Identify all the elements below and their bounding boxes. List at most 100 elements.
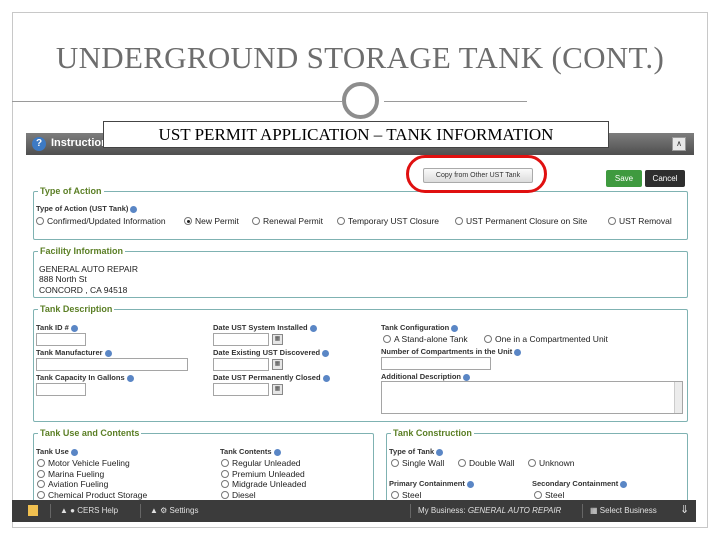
help-icon [463,373,471,381]
radio-icon [37,480,45,488]
type-of-action-label: Type of Action (UST Tank) [36,204,138,213]
tank-type-label: Type of Tank [389,447,444,456]
radio-icon [528,459,536,467]
help-icon [620,480,628,488]
tank-use-label: Tank Use [36,447,78,456]
calendar-icon[interactable]: ▦ [272,334,283,345]
collapse-chevron-icon[interactable]: ⇓ [680,503,689,516]
use-option-motor-vehicle[interactable]: Motor Vehicle Fueling [37,458,130,468]
action-option-renewal[interactable]: Renewal Permit [252,216,323,226]
use-option-marina[interactable]: Marina Fueling [37,469,104,479]
date-installed-input[interactable] [213,333,269,346]
contents-option-premium[interactable]: Premium Unleaded [221,469,305,479]
toolbar-separator [50,504,51,518]
date-discovered-label: Date Existing UST Discovered [213,348,330,357]
type-option-unknown[interactable]: Unknown [528,458,574,468]
additional-description-textarea[interactable] [381,381,683,414]
help-icon [273,448,281,456]
tank-use-legend: Tank Use and Contents [40,428,140,438]
config-option-compartmented[interactable]: One in a Compartmented Unit [484,334,608,344]
capacity-input[interactable] [36,383,86,396]
action-option-temporary-closure[interactable]: Temporary UST Closure [337,216,439,226]
radio-icon [608,217,616,225]
radio-icon [458,459,466,467]
radio-selected-icon [184,217,192,225]
action-option-new-permit[interactable]: New Permit [184,216,239,226]
instructions-title: Instruction [51,137,108,149]
facility-name: GENERAL AUTO REPAIR [39,264,139,274]
help-icon [309,324,317,332]
help-icon [130,205,138,213]
tank-contents-label: Tank Contents [220,447,281,456]
help-icon [514,348,522,356]
help-icon [104,349,112,357]
radio-icon [221,459,229,467]
settings-menu[interactable]: ▲ ⚙ Settings [150,506,198,515]
date-discovered-input[interactable] [213,358,269,371]
help-icon [451,324,459,332]
tank-description-legend: Tank Description [40,304,113,314]
type-option-double-wall[interactable]: Double Wall [458,458,515,468]
help-icon [70,448,78,456]
calendar-icon[interactable]: ▦ [272,384,283,395]
calendar-icon[interactable]: ▦ [272,359,283,370]
help-icon [322,349,330,357]
facility-street: 888 North St [39,274,87,284]
cancel-button[interactable]: Cancel [645,170,685,187]
radio-icon [221,491,229,499]
action-option-permanent-closure[interactable]: UST Permanent Closure on Site [455,216,587,226]
toolbar-separator [140,504,141,518]
primary-option-steel[interactable]: Steel [391,490,421,500]
help-icon [126,374,134,382]
radio-icon [37,470,45,478]
save-button[interactable]: Save [606,170,642,187]
facility-legend: Facility Information [40,246,124,256]
tank-construction-legend: Tank Construction [393,428,472,438]
contents-option-midgrade[interactable]: Midgrade Unleaded [221,479,306,489]
business-name: GENERAL AUTO REPAIR [467,506,562,515]
radio-icon [337,217,345,225]
radio-icon [534,491,542,499]
info-icon: ? [32,137,46,151]
toolbar-separator [582,504,583,518]
use-option-aviation[interactable]: Aviation Fueling [37,479,108,489]
action-option-confirmed[interactable]: Confirmed/Updated Information [36,216,166,226]
config-option-standalone[interactable]: A Stand-alone Tank [383,334,468,344]
primary-containment-label: Primary Containment [389,479,474,488]
contents-option-regular[interactable]: Regular Unleaded [221,458,301,468]
action-option-removal[interactable]: UST Removal [608,216,672,226]
textarea-scrollbar[interactable] [674,382,682,413]
highlight-ring [406,155,547,193]
compartments-input[interactable] [381,357,491,370]
radio-icon [252,217,260,225]
radio-icon [37,459,45,467]
type-of-action-section: Type of Action [33,186,688,240]
secondary-containment-label: Secondary Containment [532,479,628,488]
manufacturer-input[interactable] [36,358,188,371]
contents-option-diesel[interactable]: Diesel [221,490,256,500]
additional-description-label: Additional Description [381,372,471,381]
date-closed-input[interactable] [213,383,269,396]
home-icon[interactable] [28,505,38,516]
config-label: Tank Configuration [381,323,459,332]
radio-icon [221,470,229,478]
help-icon [70,324,78,332]
overlay-title: UST PERMIT APPLICATION – TANK INFORMATIO… [103,121,609,148]
title-rule-right [384,101,527,102]
circle-ornament [342,82,379,119]
compartments-label: Number of Compartments in the Unit [381,347,522,356]
radio-icon [455,217,463,225]
use-option-chemical[interactable]: Chemical Product Storage [37,490,147,500]
bottom-toolbar: ▲ ● CERS Help ▲ ⚙ Settings My Business: … [12,500,696,522]
slide-title: UNDERGROUND STORAGE TANK (CONT.) [55,40,665,75]
secondary-option-steel[interactable]: Steel [534,490,564,500]
tank-id-input[interactable] [36,333,86,346]
select-business-button[interactable]: ▦ Select Business [590,506,657,515]
title-rule-left [12,101,342,102]
radio-icon [484,335,492,343]
capacity-label: Tank Capacity In Gallons [36,373,134,382]
type-of-action-legend: Type of Action [40,186,102,196]
type-option-single-wall[interactable]: Single Wall [391,458,444,468]
collapse-icon[interactable]: ∧ [672,137,686,151]
help-menu[interactable]: ▲ ● CERS Help [60,506,118,515]
